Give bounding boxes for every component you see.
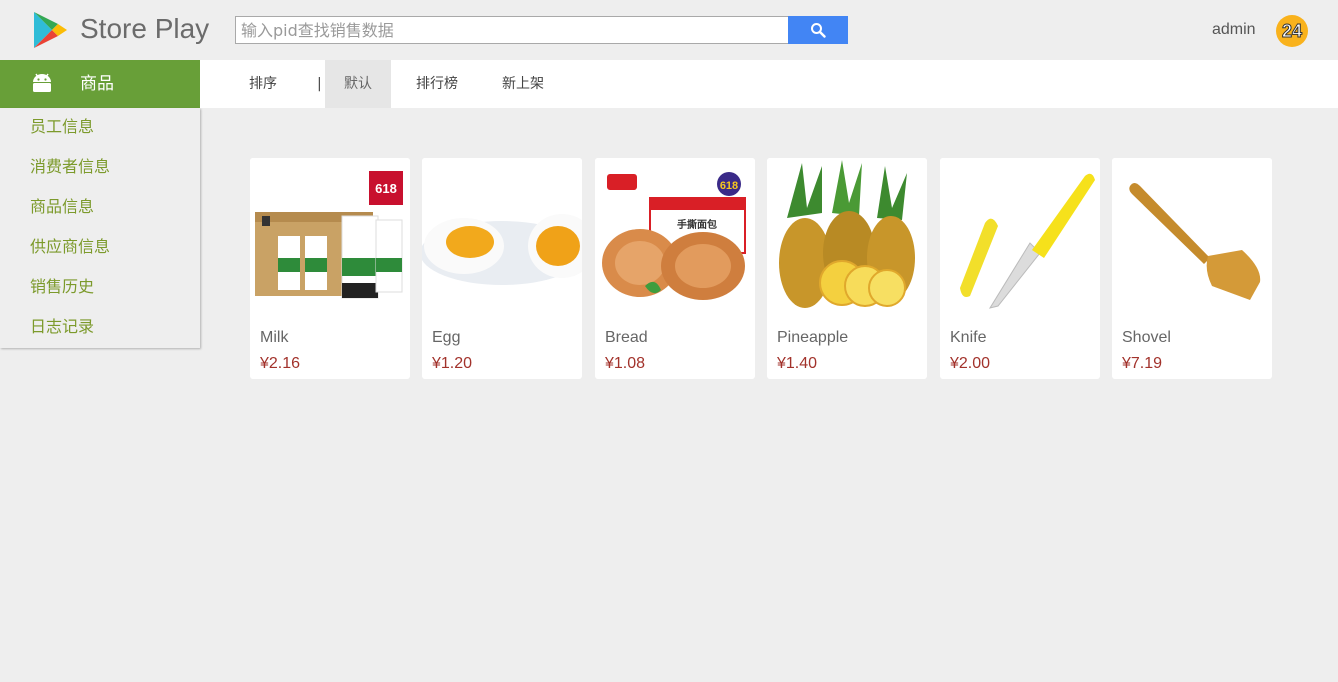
bread-image: 618 手撕面包 bbox=[595, 158, 755, 318]
sidebar-item-suppliers[interactable]: 供应商信息 bbox=[0, 228, 200, 268]
search-icon bbox=[811, 23, 826, 38]
product-card-egg[interactable]: Egg ¥1.20 bbox=[422, 158, 582, 379]
tab-bar: 排序 | 默认 排行榜 新上架 bbox=[200, 60, 1338, 108]
sidebar-item-employees[interactable]: 员工信息 bbox=[0, 108, 200, 148]
box-label-text: 手撕面包 bbox=[677, 218, 717, 231]
product-price: ¥2.16 bbox=[260, 355, 301, 372]
tab-separator: | bbox=[317, 76, 322, 92]
sidebar-menu: 员工信息 消费者信息 商品信息 供应商信息 销售历史 日志记录 bbox=[0, 108, 200, 348]
product-price: ¥1.40 bbox=[777, 355, 818, 372]
sidebar-item-sales-history[interactable]: 销售历史 bbox=[0, 268, 200, 308]
product-name: Knife bbox=[950, 329, 987, 346]
android-icon bbox=[33, 73, 51, 92]
brand-name[interactable]: Store Play bbox=[80, 12, 209, 46]
product-price: ¥7.19 bbox=[1122, 355, 1163, 372]
tab-new-arrivals[interactable]: 新上架 bbox=[502, 60, 544, 108]
product-card-shovel[interactable]: Shovel ¥7.19 bbox=[1112, 158, 1272, 379]
promo-618-text: 618 bbox=[375, 181, 397, 196]
product-price: ¥1.08 bbox=[605, 355, 646, 372]
sidebar-item-logs[interactable]: 日志记录 bbox=[0, 308, 200, 348]
sidebar-item-products[interactable]: 商品信息 bbox=[0, 188, 200, 228]
product-name: Pineapple bbox=[777, 329, 849, 346]
user-name[interactable]: admin bbox=[1212, 20, 1256, 40]
tab-default[interactable]: 默认 bbox=[325, 60, 391, 108]
top-header: Store Play admin 24 bbox=[0, 0, 1338, 60]
product-name: Milk bbox=[260, 329, 289, 346]
tab-ranking[interactable]: 排行榜 bbox=[416, 60, 458, 108]
play-logo-icon[interactable] bbox=[32, 11, 68, 49]
egg-image bbox=[422, 158, 582, 318]
milk-image: 618 bbox=[250, 158, 410, 318]
search-button[interactable] bbox=[788, 16, 848, 44]
sidebar-title: 商品 bbox=[80, 74, 114, 94]
search-input[interactable] bbox=[235, 16, 789, 44]
notification-badge[interactable]: 24 bbox=[1276, 15, 1308, 47]
sidebar-header[interactable]: 商品 bbox=[0, 60, 200, 108]
product-name: Shovel bbox=[1122, 329, 1171, 346]
product-card-milk[interactable]: 618 Milk ¥2.16 bbox=[250, 158, 410, 379]
knife-image bbox=[940, 158, 1100, 318]
product-card-bread[interactable]: 618 手撕面包 Bread ¥1.08 bbox=[595, 158, 755, 379]
promo-618-text: 618 bbox=[720, 180, 738, 192]
shovel-image bbox=[1112, 158, 1272, 318]
sort-label: 排序 bbox=[249, 76, 277, 92]
sidebar-item-consumers[interactable]: 消费者信息 bbox=[0, 148, 200, 188]
product-price: ¥1.20 bbox=[432, 355, 473, 372]
product-card-pineapple[interactable]: Pineapple ¥1.40 bbox=[767, 158, 927, 379]
product-card-knife[interactable]: Knife ¥2.00 bbox=[940, 158, 1100, 379]
product-name: Bread bbox=[605, 329, 648, 346]
product-price: ¥2.00 bbox=[950, 355, 991, 372]
product-name: Egg bbox=[432, 329, 461, 346]
pineapple-image bbox=[767, 158, 927, 318]
